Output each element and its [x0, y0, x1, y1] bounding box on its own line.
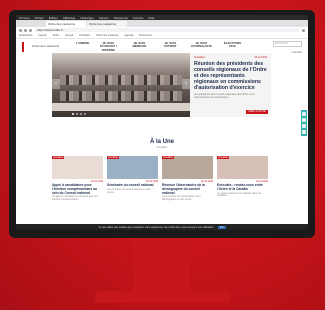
card-tag: Actualités — [162, 156, 175, 159]
bookmark[interactable]: Ordre — [53, 34, 59, 37]
search-area: Rechercher — [273, 41, 302, 47]
card-tag: Actualités — [217, 156, 230, 159]
os-menu-item[interactable]: Aide — [148, 16, 154, 20]
hero-more-button[interactable]: LIRE LA SUITE — [246, 110, 268, 114]
nav-item[interactable]: ÉLECTIONS 2019 — [220, 42, 244, 52]
logo-text: Ordre des médecins — [32, 44, 60, 49]
news-card[interactable]: Actualités 04.12.2019 Appel à candidatur… — [52, 156, 103, 202]
card-image: Actualités — [107, 156, 158, 179]
hero-body: Les présidents des conseils régionaux de… — [194, 93, 255, 99]
os-menu-item[interactable]: Affichage — [63, 16, 75, 20]
photo-row — [60, 75, 182, 85]
section-subtitle: Actualités — [156, 146, 168, 149]
hero-title[interactable]: Réunion des présidents des conseils régi… — [194, 61, 267, 91]
search-input[interactable]: Rechercher — [273, 41, 302, 47]
monitor-stand-neck — [133, 238, 190, 293]
reload-icon[interactable] — [29, 28, 32, 32]
browser-tabbar: Ordre des médecins Ordre des médecins — [16, 20, 308, 27]
card-body: Les membres de l'observatoire de la démo… — [162, 195, 201, 202]
browser-tab[interactable]: Ordre des médecins — [46, 21, 86, 27]
nav-item[interactable]: JE SUIS MÉDECIN — [127, 42, 151, 52]
card-tag: Actualités — [107, 156, 120, 159]
card-date: 04.12.2019 — [91, 180, 103, 183]
card-image: Actualités — [162, 156, 213, 179]
card-body: Les membres du conseil national se sont … — [107, 187, 151, 194]
nav-item[interactable]: L'ORDRE — [76, 42, 89, 52]
os-menu-item[interactable]: Personnes — [114, 16, 128, 20]
share-icon[interactable] — [302, 112, 306, 116]
slider-dot[interactable] — [72, 113, 74, 115]
bookmark[interactable]: Favoris — [38, 34, 46, 37]
os-menu-item[interactable]: Fenêtre — [133, 16, 143, 20]
star-icon[interactable] — [302, 28, 305, 32]
os-menu-item[interactable]: Historique — [80, 16, 94, 20]
mail-icon[interactable] — [302, 130, 306, 134]
news-card[interactable]: Actualités 04.12.2019 Exécutés : rendez-… — [217, 156, 268, 202]
monitor-stand-base — [95, 291, 230, 303]
prev-arrow-icon[interactable]: ‹ — [52, 79, 60, 89]
nav-item[interactable]: JE SUIS PATIENT — [158, 42, 182, 52]
card-image: Actualités — [217, 156, 268, 179]
bookmark[interactable]: Actualités — [79, 34, 90, 37]
os-menu-item[interactable]: Chrome — [19, 16, 30, 20]
cookie-text: Ce site utilise des cookies pour amélior… — [98, 225, 214, 229]
os-menu-item[interactable]: Fichier — [35, 16, 44, 20]
contact-link[interactable]: Contact — [292, 50, 302, 54]
card-body: Un appel à candidatures est lancé pour u… — [52, 195, 99, 202]
cookie-banner: Ce site utilise des cookies pour amélior… — [16, 224, 308, 230]
news-card[interactable]: Actualités 04.12.2019 Réunion Observatoi… — [162, 156, 213, 202]
site-logo[interactable]: Ordre des médecins — [22, 42, 62, 52]
slider-dot[interactable] — [76, 113, 78, 115]
card-title[interactable]: Exécutés : rendez-vous entre l'Ordre et … — [217, 183, 268, 192]
card-title[interactable]: Réunion Observatoire de la démographie d… — [162, 183, 213, 195]
section-title: À la Une — [149, 139, 174, 145]
news-cards: Actualités 04.12.2019 Appel à candidatur… — [52, 156, 271, 202]
hero-photo: ‹ › — [52, 53, 190, 117]
monitor-screen: Chrome Fichier Édition Affichage Histori… — [16, 15, 308, 230]
bookmark[interactable]: Accueil — [65, 34, 73, 37]
hero-text-panel: Actualités 04.12.2019 Réunion des présid… — [190, 53, 271, 117]
forward-icon[interactable] — [24, 28, 27, 32]
slider-dots — [72, 113, 86, 115]
logo-icon — [22, 42, 30, 52]
news-card[interactable]: Actualités 04.12.2019 Séminaire du conse… — [107, 156, 158, 202]
bookmark[interactable]: Documents — [139, 34, 152, 37]
cookie-ok-button[interactable]: OK — [217, 225, 226, 229]
hero-date: 04.12.2019 — [254, 56, 267, 59]
card-image: Actualités — [52, 156, 103, 179]
hero-slider: ‹ › Actualités 04.12.2019 Réunion des pr… — [52, 53, 271, 117]
photo-table — [52, 103, 190, 111]
url-field[interactable]: https://www.ordre.fr — [34, 28, 300, 32]
os-menu-item[interactable]: Édition — [49, 16, 58, 20]
os-menu-item[interactable]: Favoris — [99, 16, 109, 20]
back-icon[interactable] — [19, 28, 22, 32]
side-toolbar — [301, 110, 307, 136]
bookmark[interactable]: Ordre des médecins — [96, 34, 119, 37]
nav-item[interactable]: JE SUIS JOURNALISTE — [189, 42, 213, 52]
card-body: Le conseil national s'est déplacé dans l… — [217, 191, 261, 198]
hero-meta: Actualités 04.12.2019 — [194, 56, 267, 59]
hero-category: Actualités — [194, 56, 205, 59]
slider-dot[interactable] — [84, 113, 86, 115]
card-tag: Actualités — [52, 156, 65, 159]
photo-row — [60, 91, 182, 101]
card-title[interactable]: Appel à candidature pour l'élection comp… — [52, 183, 103, 195]
main-nav: L'ORDRE JE SUIS ÉTUDIANT / INTERNE JE SU… — [76, 42, 244, 52]
browser-tab[interactable]: Ordre des médecins — [87, 21, 127, 27]
nav-item[interactable]: JE SUIS ÉTUDIANT / INTERNE — [96, 42, 120, 52]
text-size-icon[interactable] — [302, 124, 306, 128]
slider-dot[interactable] — [80, 113, 82, 115]
print-icon[interactable] — [302, 118, 306, 122]
bookmark[interactable]: Agenda — [125, 34, 134, 37]
next-arrow-icon[interactable]: › — [182, 79, 190, 89]
bookmark[interactable]: Applications — [19, 34, 32, 37]
